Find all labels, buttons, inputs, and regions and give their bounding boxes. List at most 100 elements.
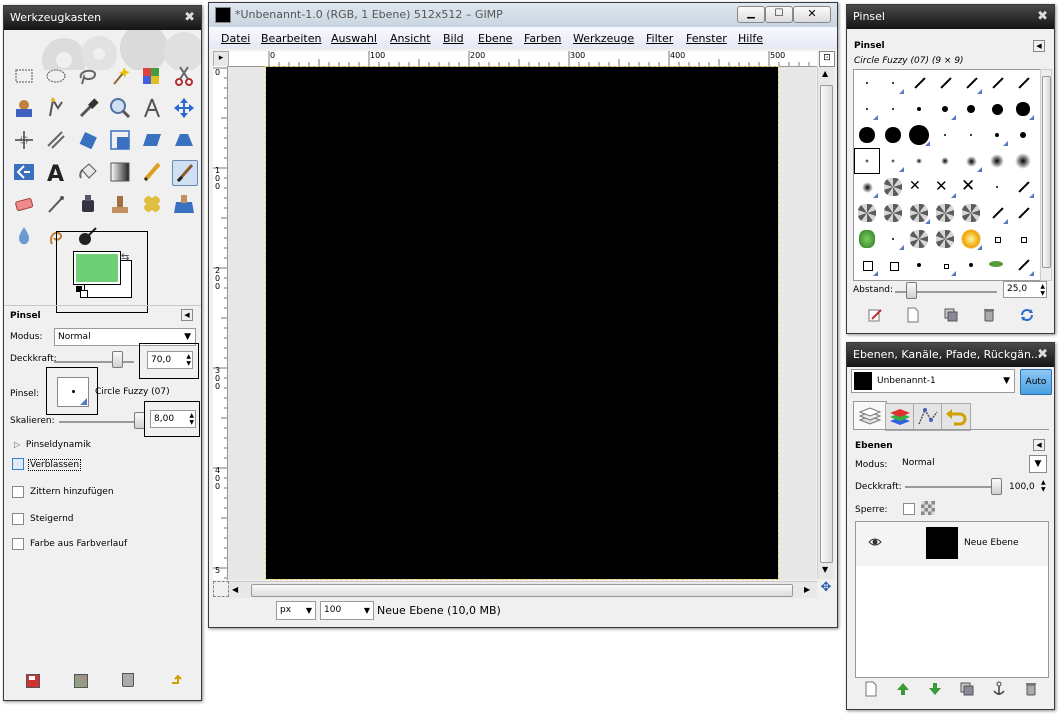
brush-preview[interactable] (907, 253, 931, 277)
raise-layer-icon[interactable] (895, 681, 911, 697)
brush-preview[interactable] (985, 71, 1009, 95)
foreground-select-icon[interactable] (12, 96, 36, 120)
delete-brush-icon[interactable] (981, 307, 997, 323)
brush-preview[interactable] (959, 201, 983, 225)
gradient-checkbox[interactable] (12, 538, 24, 550)
image-select[interactable]: Unbenannt-1 ▼ (851, 369, 1015, 393)
heal-icon[interactable] (140, 192, 164, 216)
fuzzy-select-icon[interactable] (108, 64, 132, 88)
spin-icon[interactable]: ▲ ▼ (189, 412, 194, 426)
brush-preview[interactable] (907, 227, 931, 251)
scissors-icon[interactable] (172, 64, 196, 88)
move-icon[interactable] (172, 96, 196, 120)
menu-farben[interactable]: Farben (524, 32, 561, 45)
spin-icon[interactable]: ▲ ▼ (186, 353, 191, 367)
color-picker-icon[interactable] (76, 96, 100, 120)
brush-preview[interactable] (881, 97, 905, 121)
brush-preview[interactable] (985, 253, 1009, 277)
brush-preview[interactable] (881, 201, 905, 225)
brush-preview[interactable] (985, 123, 1009, 147)
canvas-viewport[interactable] (228, 66, 816, 580)
spacing-slider-knob[interactable] (906, 282, 917, 299)
align-icon[interactable] (12, 128, 36, 152)
brush-name-field[interactable]: Circle Fuzzy (07) (92, 384, 198, 402)
zoom-fit-icon[interactable]: ⊡ (819, 51, 835, 67)
brush-preview[interactable]: ✕ (933, 175, 957, 199)
menu-bearbeiten[interactable]: Bearbeiten (261, 32, 321, 45)
reset-options-icon[interactable] (170, 673, 182, 685)
brush-preview[interactable] (907, 71, 931, 95)
pencil-icon[interactable] (140, 160, 164, 184)
close-icon[interactable]: ✖ (1037, 5, 1048, 29)
brush-preview[interactable] (985, 227, 1009, 251)
menu-hilfe[interactable]: Hilfe (738, 32, 763, 45)
layer-mode-select[interactable]: Normal ▼ (899, 455, 1047, 473)
zoom-icon[interactable] (108, 96, 132, 120)
brush-preview[interactable] (933, 123, 957, 147)
maximize-button[interactable]: ☐ (765, 6, 793, 23)
restore-options-icon[interactable] (74, 674, 88, 688)
menu-datei[interactable]: Datei (221, 32, 250, 45)
brush-preview[interactable] (959, 149, 983, 173)
brush-preview[interactable] (907, 149, 931, 173)
rotate-icon[interactable] (76, 128, 100, 152)
brush-preview[interactable] (933, 97, 957, 121)
horizontal-scroll-thumb[interactable] (251, 584, 793, 597)
horizontal-ruler[interactable]: 0 100 200 300 400 500 (229, 51, 817, 67)
lock-alpha-icon[interactable] (921, 501, 935, 515)
delete-options-icon[interactable] (122, 673, 134, 687)
tab-paths[interactable] (913, 403, 943, 431)
horizontal-scrollbar[interactable]: ◀ ▶ (229, 581, 817, 598)
scale-slider-track[interactable] (59, 421, 139, 423)
brush-preview[interactable] (933, 201, 957, 225)
unit-select[interactable]: px ▼ (276, 601, 316, 620)
brush-preview[interactable] (881, 227, 905, 251)
jitter-label[interactable]: Zittern hinzufügen (30, 487, 114, 497)
brush-preview[interactable] (1011, 97, 1035, 121)
close-icon[interactable]: ✖ (1037, 343, 1048, 367)
auto-button[interactable]: Auto (1020, 369, 1052, 395)
brush-preview[interactable] (1011, 149, 1035, 173)
layer-opacity-slider-knob[interactable] (991, 478, 1002, 495)
image-canvas[interactable] (265, 66, 779, 580)
crop-icon[interactable] (44, 128, 68, 152)
default-colors-icon[interactable] (76, 286, 88, 298)
brush-preview[interactable] (1011, 201, 1035, 225)
new-layer-icon[interactable] (863, 681, 879, 697)
perspective-clone-icon[interactable] (172, 192, 196, 216)
eraser-icon[interactable] (12, 192, 36, 216)
blur-icon[interactable] (12, 224, 36, 248)
brush-preview[interactable] (985, 149, 1009, 173)
lasso-icon[interactable] (76, 64, 100, 88)
clone-icon[interactable] (108, 192, 132, 216)
opacity-slider-knob[interactable] (112, 351, 123, 368)
layer-list[interactable]: Neue Ebene (855, 521, 1049, 678)
brush-preview[interactable] (855, 71, 879, 95)
text-icon[interactable]: A (44, 160, 68, 187)
refresh-brushes-icon[interactable] (1019, 307, 1035, 323)
brush-preview[interactable] (959, 227, 983, 251)
layers-menu-icon[interactable]: ◀ (1033, 439, 1045, 451)
brush-preview[interactable] (854, 148, 880, 174)
swap-colors-icon[interactable]: ⇆ (121, 252, 129, 263)
zoom-select[interactable]: 100 ▼ (320, 601, 374, 620)
brush-preview[interactable] (1011, 71, 1035, 95)
edit-brush-icon[interactable] (867, 307, 883, 323)
brush-preview[interactable] (985, 175, 1009, 199)
brush-preview[interactable] (1011, 123, 1035, 147)
lock-pixels-checkbox[interactable] (903, 503, 915, 515)
measure-icon[interactable] (140, 96, 164, 120)
ruler-corner[interactable]: ▸ (213, 51, 229, 67)
scroll-down-icon[interactable]: ▼ (822, 565, 828, 574)
menu-filter[interactable]: Filter (646, 32, 673, 45)
bucket-fill-icon[interactable] (76, 160, 100, 184)
anchor-layer-icon[interactable] (991, 681, 1007, 697)
brush-grid[interactable]: ✕ ✕ ✕ (853, 69, 1041, 281)
tab-undo[interactable] (941, 403, 971, 431)
brush-preview[interactable] (881, 175, 905, 199)
delete-layer-icon[interactable] (1023, 681, 1039, 697)
menu-ansicht[interactable]: Ansicht (390, 32, 431, 45)
ellipse-select-icon[interactable] (44, 64, 68, 88)
shear-icon[interactable] (140, 128, 164, 152)
select-by-color-icon[interactable] (140, 64, 164, 88)
